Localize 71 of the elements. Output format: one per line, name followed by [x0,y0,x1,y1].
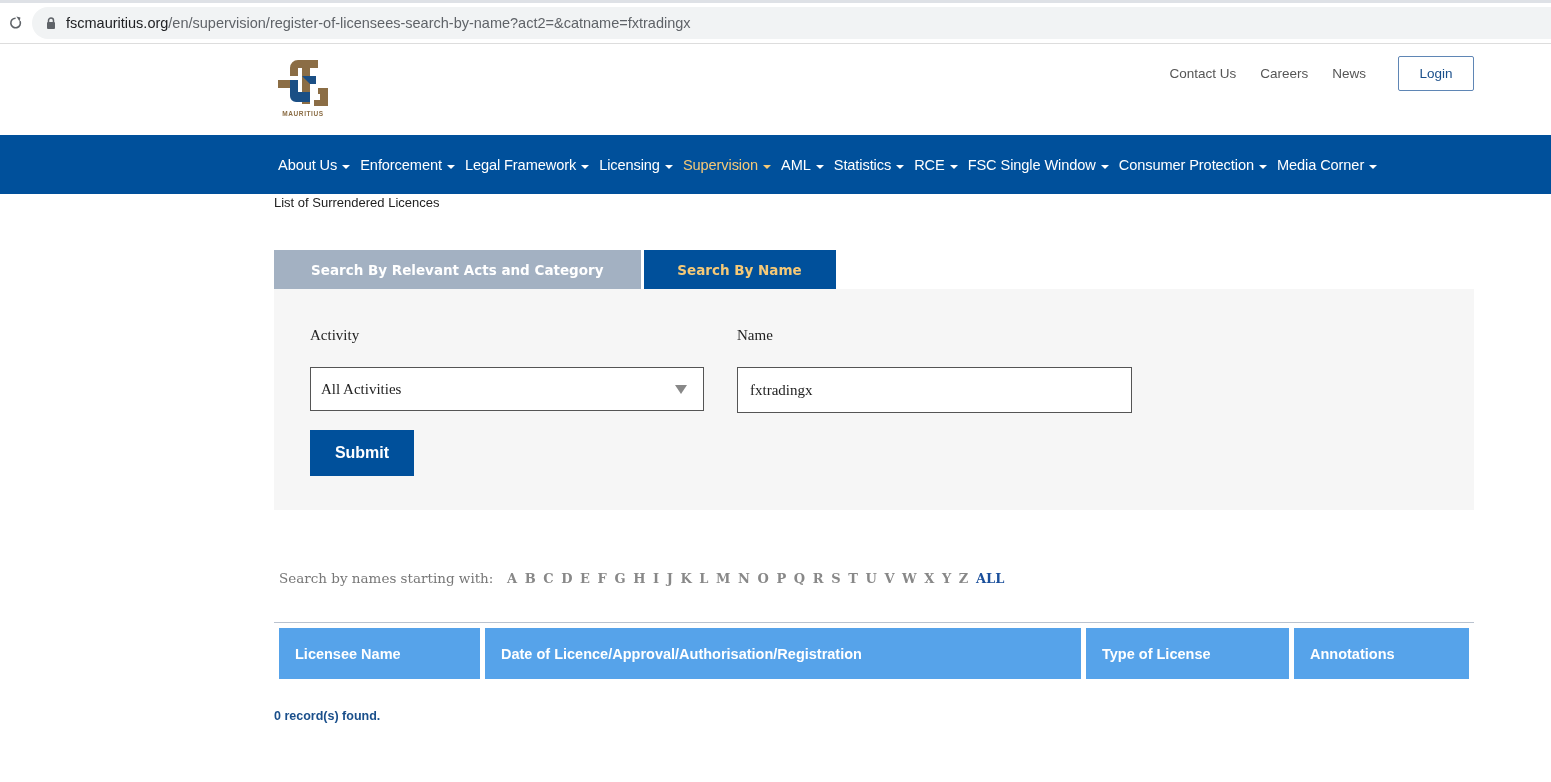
letter-link[interactable]: Y [941,570,952,586]
nav-menu-item[interactable]: Consumer Protection [1118,156,1267,173]
letter-link[interactable]: G [614,570,626,586]
nav-menu-item[interactable]: Supervision [682,156,772,173]
letter-link[interactable]: J [666,570,673,586]
letter-link[interactable]: A [506,570,518,586]
caret-icon [1100,164,1109,169]
caret-icon [763,164,772,169]
letter-link[interactable]: T [848,570,858,586]
caret-icon [949,164,958,169]
letter-link[interactable]: U [865,570,877,586]
nav-menu-item[interactable]: Legal Framework [464,156,590,173]
letter-link[interactable]: O [757,570,769,586]
activity-dropdown[interactable]: All Activities [310,367,704,411]
header-link[interactable]: News [1332,66,1366,81]
address-bar[interactable]: fscmauritius.org/en/supervision/register-of-licensees-search-by-name?act2=&catname=fxtradingx [32,7,1551,39]
letter-link[interactable]: V [884,570,895,586]
column-header: Date of Licence/Approval/Authorisation/Registration [485,628,1081,679]
letter-link[interactable]: X [924,570,935,586]
letter-link[interactable]: D [561,570,573,586]
caret-icon [1258,164,1267,169]
column-header: Licensee Name [279,628,480,679]
letter-link[interactable]: R [812,570,824,586]
nav-menu-item[interactable]: Licensing [599,156,673,173]
lock-icon [46,17,56,29]
nav-menu-item[interactable]: AML [781,156,824,173]
result-count: 0 record(s) found. [274,709,381,723]
letter-link[interactable]: ALL [975,570,1005,586]
tab[interactable]: Search By Relevant Acts and Category [274,250,641,289]
letter-link[interactable]: Z [958,570,969,586]
caret-icon [342,164,351,169]
tab[interactable]: Search By Name [643,250,836,289]
letter-link[interactable]: W [902,570,917,586]
letter-link[interactable]: L [699,570,709,586]
caret-icon [664,164,673,169]
letter-link[interactable]: I [653,570,660,586]
field-label: Activity [310,327,361,345]
nav-menu-item[interactable]: FSC Single Window [967,156,1109,173]
letter-link[interactable]: M [716,570,731,586]
nav-menu-item[interactable]: About Us [278,156,351,173]
nav-menu-item[interactable]: Enforcement [360,156,455,173]
column-header: Type of License [1086,628,1289,679]
letter-link[interactable]: C [543,570,554,586]
submit-button[interactable]: Submit [310,430,414,476]
caret-icon [1369,164,1378,169]
nav-menu-item[interactable]: Media Corner [1276,156,1378,173]
letter-link[interactable]: S [831,570,841,586]
caret-icon [446,164,455,169]
dropdown-arrow-icon [675,384,687,394]
filter-label: Search by names starting with: [279,570,494,586]
caret-icon [815,164,824,169]
letter-link[interactable]: Q [793,570,806,586]
letter-link[interactable]: E [580,570,590,586]
login-button[interactable]: Login [1398,56,1474,91]
page-link[interactable]: List of Surrendered Licences [274,194,440,212]
column-header: Annotations [1294,628,1469,679]
letter-link[interactable]: B [524,570,536,586]
letter-link[interactable]: H [633,570,646,586]
letter-link[interactable]: P [776,570,787,586]
header-link[interactable]: Careers [1260,66,1309,81]
nav-menu-item[interactable]: RCE [914,156,958,173]
name-input-field[interactable]: fxtradingx [737,367,1132,413]
header-link[interactable]: Contact Us [1169,66,1237,81]
caret-icon [581,164,590,169]
nav-menu-item[interactable]: Statistics [833,156,905,173]
letter-link[interactable]: N [738,570,750,586]
letter-link[interactable]: K [680,570,692,586]
caret-icon [896,164,905,169]
letter-link[interactable]: F [597,570,607,586]
url-text: fscmauritius.org/en/supervision/register-of-licensees-search-by-name?act2=&catname=fxtradingx [66,15,691,31]
field-label: Name [737,327,774,345]
